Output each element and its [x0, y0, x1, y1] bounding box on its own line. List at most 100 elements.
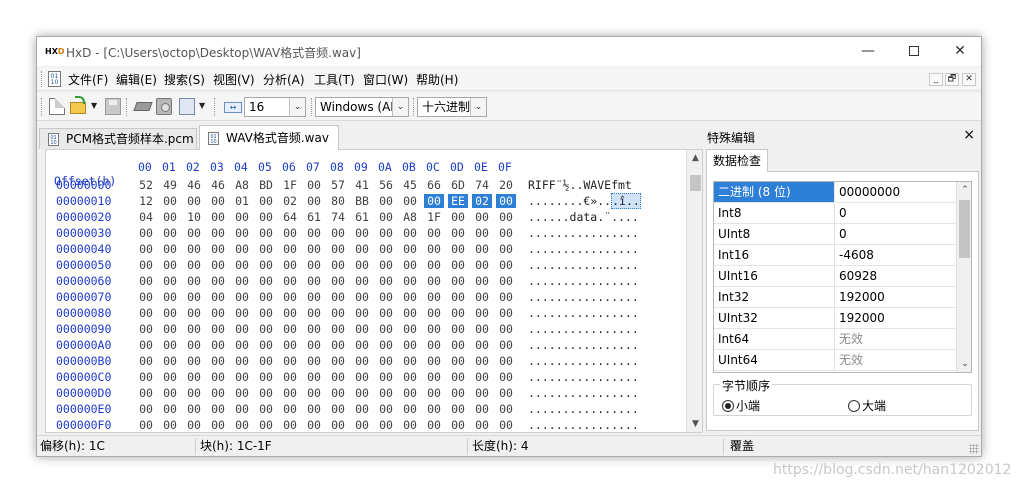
open-ram-icon[interactable]	[133, 102, 153, 111]
hex-byte[interactable]: 00	[328, 370, 348, 384]
menu-window[interactable]: 窗口(W)	[363, 71, 408, 88]
hex-byte[interactable]: 00	[448, 386, 468, 400]
hex-byte[interactable]: 00	[472, 386, 492, 400]
hex-byte[interactable]: 00	[448, 210, 468, 224]
hex-byte[interactable]: 00	[184, 242, 204, 256]
inspector-row[interactable]: UInt8 0	[714, 224, 956, 245]
hex-byte[interactable]: 00	[280, 354, 300, 368]
hex-byte[interactable]: 00	[232, 402, 252, 416]
scroll-up-icon[interactable]: ⌃	[957, 182, 971, 198]
hex-byte[interactable]: 00	[448, 226, 468, 240]
hex-byte[interactable]: 00	[496, 258, 516, 272]
data-inspector-grid[interactable]: UInt64 无效 Int64 无效 UInt32 192000 Int32 192000 UI…	[713, 181, 972, 373]
hex-byte[interactable]: 46	[208, 178, 228, 192]
hex-byte[interactable]: 00	[376, 418, 396, 432]
hex-byte[interactable]: 00	[256, 418, 276, 432]
menu-tools[interactable]: 工具(T)	[314, 71, 355, 88]
hex-byte[interactable]: 64	[280, 210, 300, 224]
inspector-value[interactable]: 192000	[835, 287, 956, 307]
row-text[interactable]: ................	[528, 242, 639, 256]
hex-byte[interactable]: 00	[232, 338, 252, 352]
row-text[interactable]: ................	[528, 402, 639, 416]
hex-byte[interactable]: 00	[400, 194, 420, 208]
hex-byte[interactable]: 00	[448, 258, 468, 272]
inspector-value[interactable]: 无效	[835, 329, 956, 349]
hex-byte[interactable]: 00	[304, 290, 324, 304]
hex-byte[interactable]: 74	[472, 178, 492, 192]
hex-byte[interactable]: 00	[376, 274, 396, 288]
hex-byte[interactable]: 00	[328, 354, 348, 368]
hex-byte[interactable]: 00	[424, 322, 444, 336]
hex-byte[interactable]: 00	[472, 354, 492, 368]
hex-byte[interactable]: 20	[496, 178, 516, 192]
inspector-row[interactable]: Int64 无效	[714, 329, 956, 350]
menu-analysis[interactable]: 分析(A)	[263, 71, 305, 88]
scroll-down-icon[interactable]: ▼	[687, 416, 702, 432]
hex-byte[interactable]: 00	[232, 322, 252, 336]
hex-byte[interactable]: 00	[424, 370, 444, 384]
hex-byte[interactable]: 00	[496, 242, 516, 256]
hex-byte[interactable]: 00	[352, 242, 372, 256]
hex-byte[interactable]: 00	[304, 258, 324, 272]
hex-byte[interactable]: 00	[136, 338, 156, 352]
hex-byte[interactable]: EE	[448, 194, 468, 208]
hex-byte[interactable]: 00	[328, 322, 348, 336]
hex-byte[interactable]: 00	[304, 322, 324, 336]
hex-byte[interactable]: 00	[208, 322, 228, 336]
inspector-value[interactable]: 192000	[835, 308, 956, 328]
inspector-value[interactable]: 无效	[835, 350, 956, 370]
row-text[interactable]: ................	[528, 258, 639, 272]
hex-byte[interactable]: 00	[160, 418, 180, 432]
hex-byte[interactable]: 00	[280, 386, 300, 400]
hex-byte[interactable]: 00	[208, 354, 228, 368]
scroll-up-icon[interactable]: ▲	[687, 150, 702, 166]
hex-byte[interactable]: 00	[208, 274, 228, 288]
hex-byte[interactable]: 00	[376, 290, 396, 304]
hex-byte[interactable]: 00	[160, 306, 180, 320]
hex-byte[interactable]: 00	[280, 322, 300, 336]
hex-byte[interactable]: 00	[280, 306, 300, 320]
hex-byte[interactable]: 00	[352, 386, 372, 400]
open-dropdown-icon[interactable]: ▼	[91, 102, 99, 110]
hex-byte[interactable]: 00	[376, 322, 396, 336]
chevron-down-icon[interactable]: ⌄	[392, 98, 408, 116]
hex-byte[interactable]: 00	[160, 386, 180, 400]
hex-byte[interactable]: A8	[400, 210, 420, 224]
hex-byte[interactable]: A8	[232, 178, 252, 192]
hex-byte[interactable]: 00	[232, 242, 252, 256]
hex-byte[interactable]: 00	[280, 242, 300, 256]
hex-byte[interactable]: 00	[280, 402, 300, 416]
hex-byte[interactable]: 01	[232, 194, 252, 208]
hex-byte[interactable]: 00	[400, 322, 420, 336]
charset-select[interactable]: Windows (ANSI) ⌄	[315, 97, 409, 117]
hex-byte[interactable]: 00	[496, 306, 516, 320]
hex-byte[interactable]: 00	[184, 386, 204, 400]
inspector-value[interactable]: 0	[835, 203, 956, 223]
hex-byte[interactable]: 00	[448, 370, 468, 384]
inspector-value[interactable]: 00000000	[835, 182, 956, 202]
hex-byte[interactable]: 00	[424, 242, 444, 256]
open-disk-image-icon[interactable]	[179, 98, 195, 115]
hex-byte[interactable]: 00	[136, 306, 156, 320]
hex-byte[interactable]: 00	[208, 258, 228, 272]
inspector-row[interactable]: Int8 0	[714, 203, 956, 224]
hex-byte[interactable]: 00	[184, 274, 204, 288]
hex-byte[interactable]: 00	[184, 290, 204, 304]
inspector-value[interactable]: -4608	[835, 245, 956, 265]
hex-byte[interactable]: 00	[496, 354, 516, 368]
hex-byte[interactable]: 00	[304, 274, 324, 288]
hex-byte[interactable]: 00	[304, 226, 324, 240]
inspector-row[interactable]: UInt32 192000	[714, 308, 956, 329]
hex-byte[interactable]: 61	[304, 210, 324, 224]
hex-byte[interactable]: 00	[352, 274, 372, 288]
hex-byte[interactable]: 00	[280, 274, 300, 288]
hex-byte[interactable]: 00	[304, 402, 324, 416]
hex-byte[interactable]: 00	[256, 306, 276, 320]
hex-byte[interactable]: 00	[448, 338, 468, 352]
hex-byte[interactable]: 00	[208, 226, 228, 240]
tab-wav-file[interactable]: 01 10 WAV格式音频.wav	[199, 125, 339, 150]
hex-byte[interactable]: 00	[376, 226, 396, 240]
hex-byte[interactable]: 00	[400, 418, 420, 432]
row-text[interactable]: ................	[528, 322, 639, 336]
hex-byte[interactable]: 00	[472, 258, 492, 272]
